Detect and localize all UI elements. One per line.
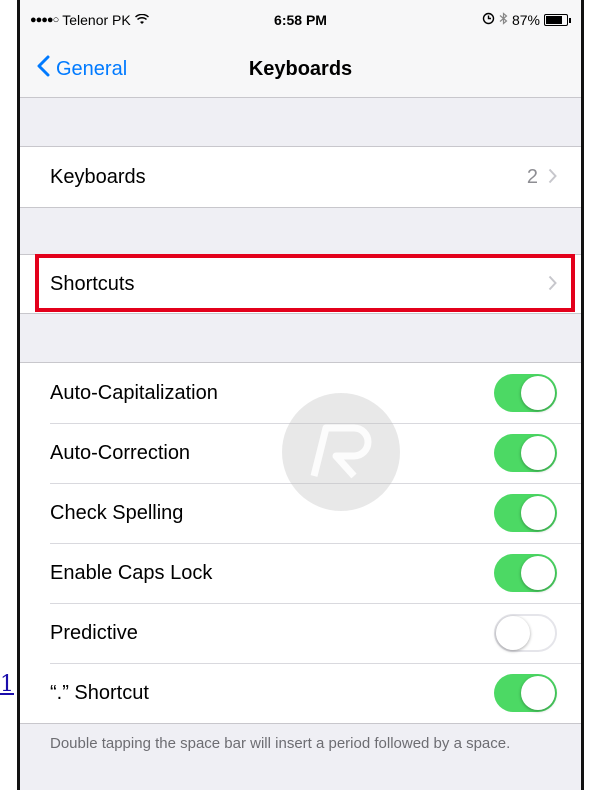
- status-right: 87%: [482, 12, 571, 28]
- navigation-bar: General Keyboards: [20, 40, 581, 98]
- shortcuts-row[interactable]: Shortcuts: [20, 255, 581, 313]
- shortcuts-row-label: Shortcuts: [50, 272, 135, 295]
- keyboards-row[interactable]: Keyboards 2: [20, 147, 581, 207]
- toggle-label: Auto-Capitalization: [50, 381, 218, 404]
- shortcuts-group: Shortcuts: [20, 254, 581, 314]
- chevron-right-icon: [548, 164, 557, 190]
- toggle-label: Predictive: [50, 621, 138, 644]
- watermark-logo: [282, 393, 400, 511]
- status-bar: ●●●●○ Telenor PK 6:58 PM 87%: [20, 0, 581, 40]
- keyboards-row-label: Keyboards: [50, 165, 146, 188]
- keyboards-count: 2: [526, 165, 538, 188]
- check-spelling-switch[interactable]: [494, 494, 557, 532]
- battery-icon: [544, 14, 568, 26]
- footer-note: Double tapping the space bar will insert…: [50, 735, 511, 752]
- status-left: ●●●●○ Telenor PK: [30, 12, 149, 28]
- toggle-label: Check Spelling: [50, 501, 184, 524]
- toggle-row-enable-caps-lock: Enable Caps Lock: [20, 543, 581, 603]
- chevron-right-icon: [548, 271, 557, 297]
- period-shortcut-switch[interactable]: [494, 674, 557, 712]
- carrier-label: Telenor PK: [62, 12, 131, 28]
- auto-capitalization-switch[interactable]: [494, 374, 557, 412]
- predictive-switch[interactable]: [494, 614, 557, 652]
- page-number-link[interactable]: 1: [0, 672, 14, 697]
- battery-percent: 87%: [511, 12, 540, 28]
- bluetooth-icon: [499, 12, 508, 28]
- status-time: 6:58 PM: [274, 12, 327, 28]
- toggle-label: Enable Caps Lock: [50, 561, 213, 584]
- phone-screen: ●●●●○ Telenor PK 6:58 PM 87% General Key…: [17, 0, 584, 790]
- alarm-icon: [482, 12, 495, 28]
- toggle-row-period-shortcut: “.” Shortcut: [20, 663, 581, 723]
- enable-caps-lock-switch[interactable]: [494, 554, 557, 592]
- auto-correction-switch[interactable]: [494, 434, 557, 472]
- wifi-icon: [134, 12, 149, 28]
- toggle-row-predictive: Predictive: [20, 603, 581, 663]
- battery-tip: [569, 17, 571, 23]
- signal-dots: ●●●●○: [30, 14, 59, 26]
- keyboards-group: Keyboards 2: [20, 146, 581, 208]
- toggle-label: “.” Shortcut: [50, 681, 149, 704]
- toggle-label: Auto-Correction: [50, 441, 191, 464]
- page-title: Keyboards: [248, 58, 353, 80]
